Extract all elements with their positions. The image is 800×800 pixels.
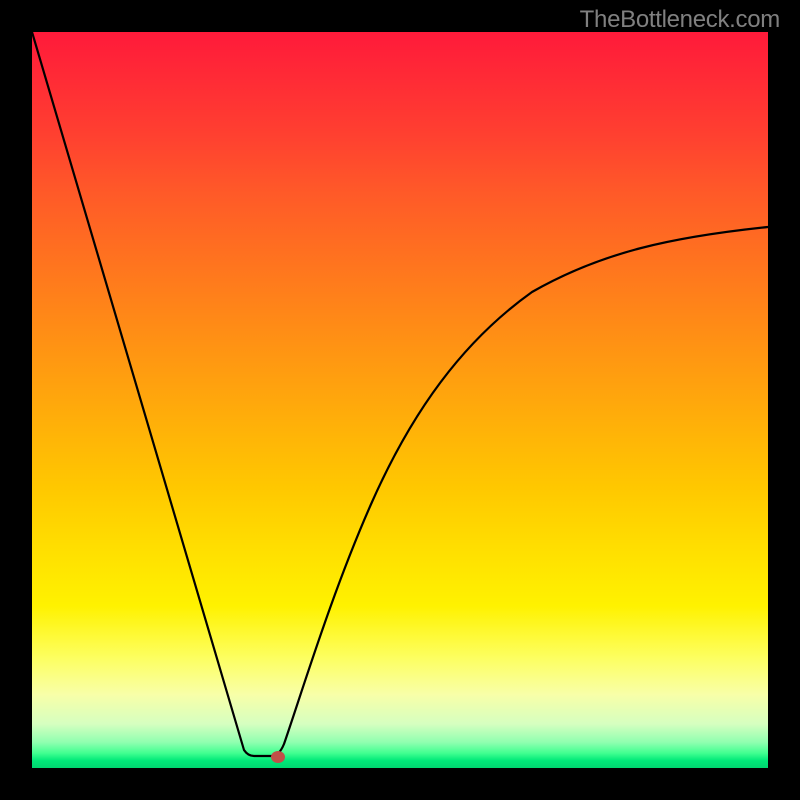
chart-svg: [32, 32, 768, 768]
optimal-point-marker: [271, 751, 285, 763]
bottleneck-curve: [32, 32, 768, 756]
plot-area: [32, 32, 768, 768]
watermark-text: TheBottleneck.com: [580, 6, 780, 34]
